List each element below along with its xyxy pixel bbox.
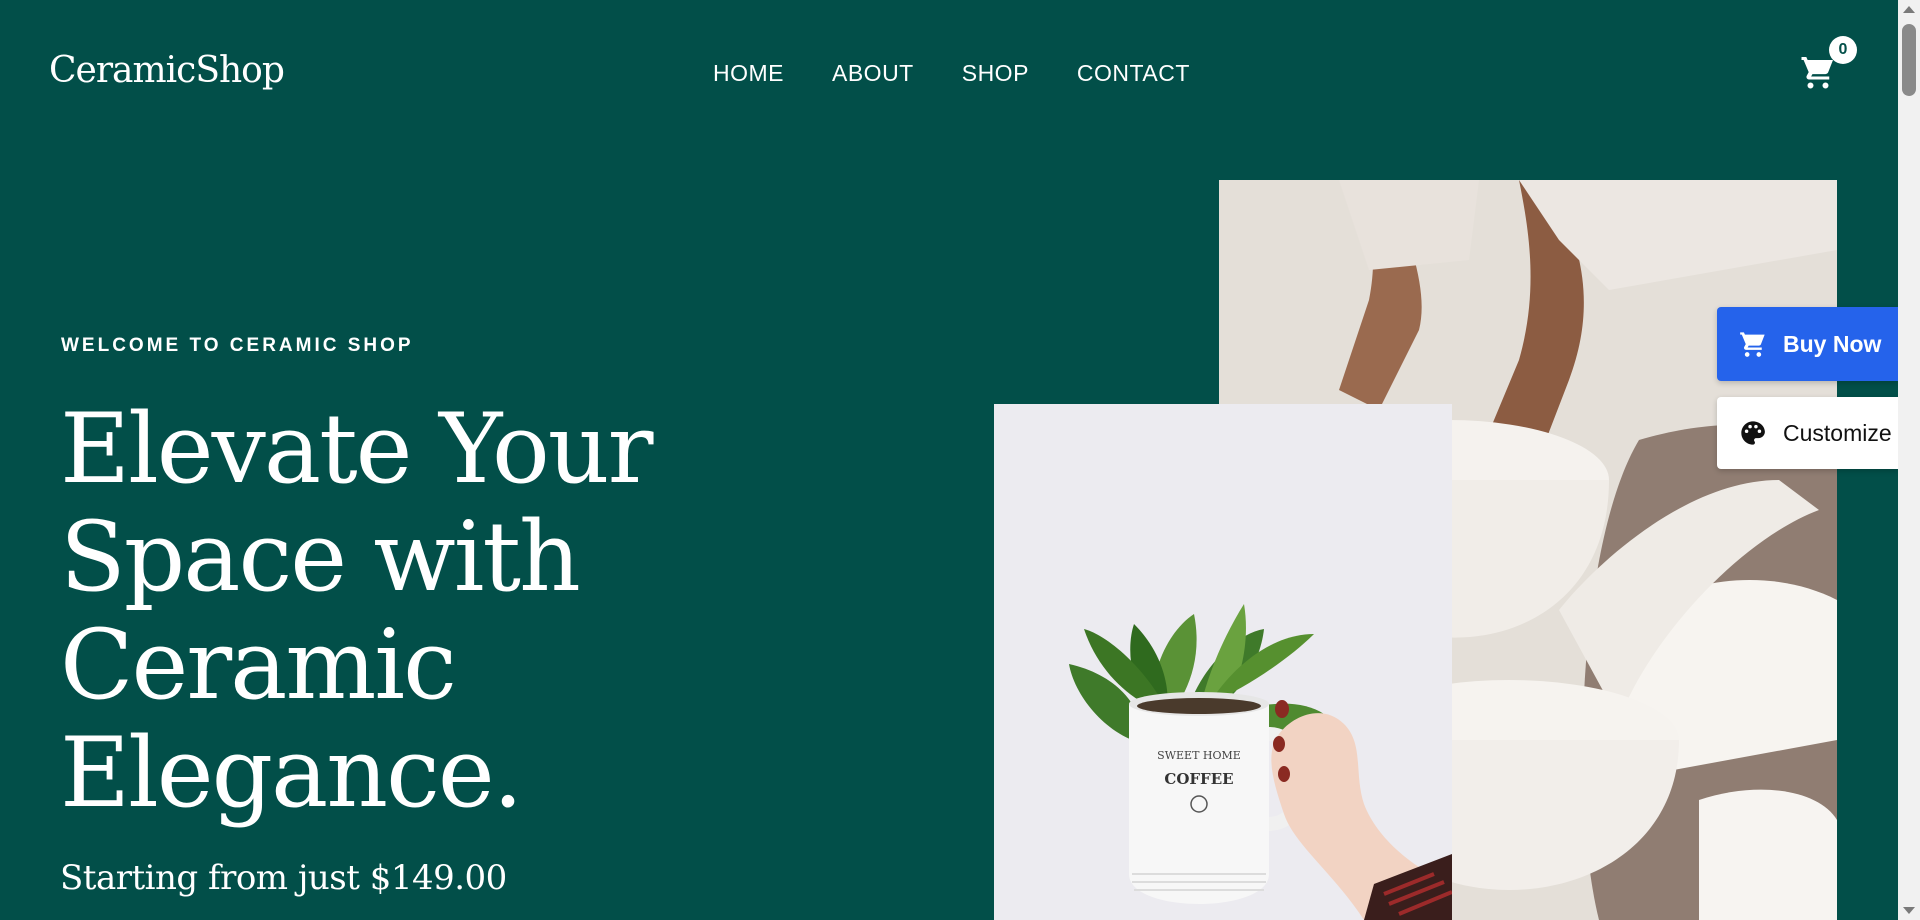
site-logo[interactable]: CeramicShop xyxy=(49,50,285,91)
buy-now-button[interactable]: Buy Now xyxy=(1717,307,1898,381)
cart-button[interactable]: 0 xyxy=(1799,36,1857,90)
nav-about[interactable]: ABOUT xyxy=(832,60,914,87)
cart-icon xyxy=(1801,57,1833,89)
nav-home[interactable]: HOME xyxy=(713,60,784,87)
nav-contact[interactable]: CONTACT xyxy=(1077,60,1190,87)
cart-icon xyxy=(1740,332,1765,357)
nav-shop[interactable]: SHOP xyxy=(962,60,1029,87)
buy-now-label: Buy Now xyxy=(1783,330,1882,357)
main-nav: HOME ABOUT SHOP CONTACT xyxy=(713,60,1190,87)
customize-label: Customize xyxy=(1783,419,1892,446)
mug-print-coffee: COFFEE xyxy=(1164,770,1233,788)
mug-print-sweet-home: SWEET HOME xyxy=(1157,749,1241,762)
hero-price-line: Starting from just $149.00 xyxy=(60,858,507,898)
page: CeramicShop HOME ABOUT SHOP CONTACT 0 WE… xyxy=(0,0,1898,920)
cart-count-badge: 0 xyxy=(1829,36,1857,64)
hero-eyebrow: WELCOME TO CERAMIC SHOP xyxy=(61,335,414,356)
palette-icon xyxy=(1741,421,1765,445)
scrollbar-thumb[interactable] xyxy=(1902,24,1916,96)
hero-headline: Elevate Your Space with Ceramic Elegance… xyxy=(60,393,654,829)
scroll-down-arrow-icon[interactable] xyxy=(1903,907,1915,914)
scroll-up-arrow-icon[interactable] xyxy=(1903,6,1915,13)
vertical-scrollbar[interactable] xyxy=(1898,0,1920,920)
customize-button[interactable]: Customize xyxy=(1717,397,1898,469)
plant-mug-photo: SWEET HOME COFFEE xyxy=(994,404,1452,920)
plant-mug-illustration: SWEET HOME COFFEE xyxy=(994,404,1452,920)
